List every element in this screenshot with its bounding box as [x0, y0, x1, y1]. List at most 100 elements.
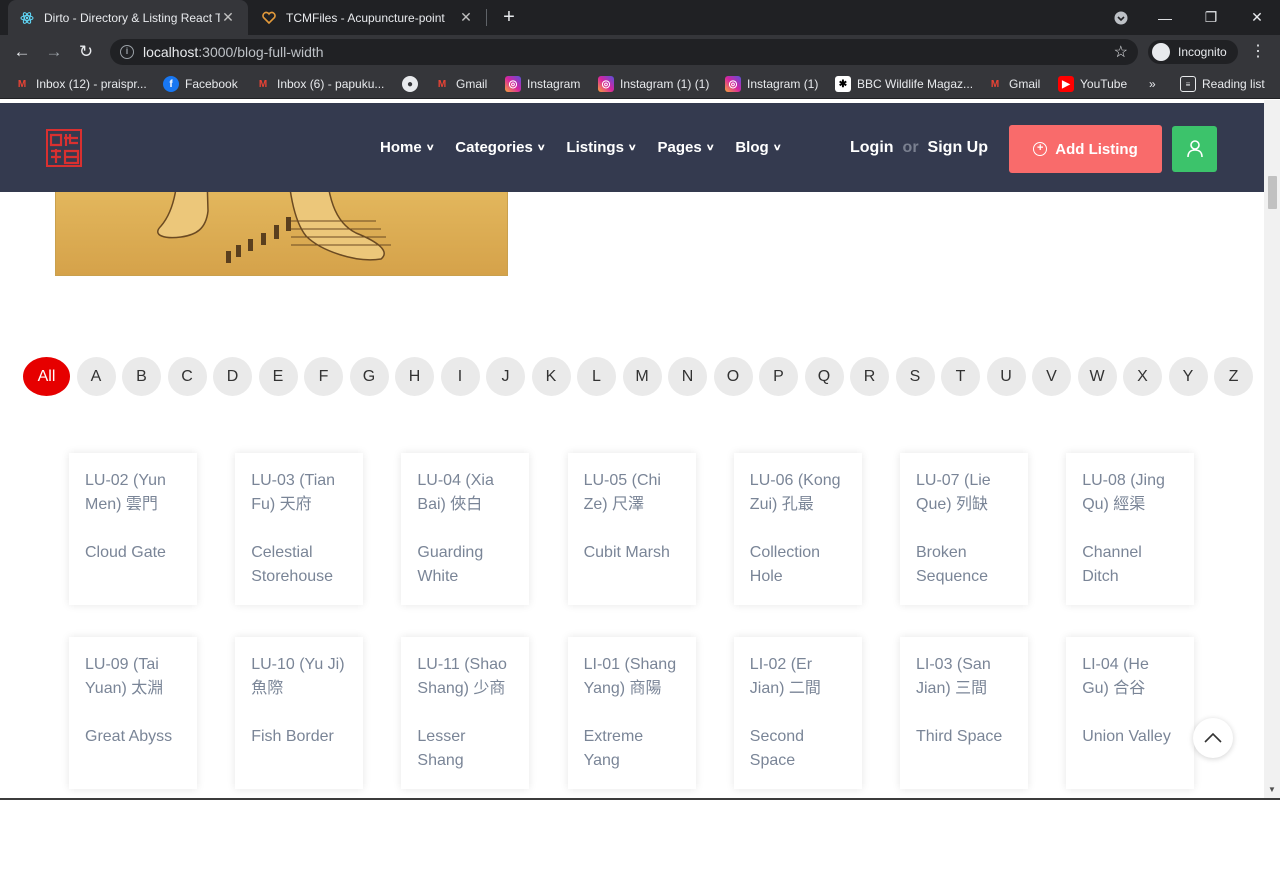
letter-filter-h[interactable]: H — [395, 357, 434, 396]
youtube-icon: ▶ — [1058, 76, 1074, 92]
acupoint-card[interactable]: LI-04 (He Gu) 合谷 Union Valley — [1066, 637, 1195, 789]
bookmark-item[interactable]: ◎ Instagram — [505, 75, 580, 93]
reload-icon[interactable]: ↻ — [74, 40, 98, 64]
letter-filter-n[interactable]: N — [668, 357, 707, 396]
letter-filter-all[interactable]: All — [23, 357, 70, 396]
acupoint-card[interactable]: LU-08 (Jing Qu) 經渠 Channel Ditch — [1066, 453, 1195, 605]
acupoint-card[interactable]: LI-02 (Er Jian) 二間 Second Space — [733, 637, 862, 789]
letter-filter-d[interactable]: D — [213, 357, 252, 396]
signup-link[interactable]: Sign Up — [928, 139, 988, 157]
acupoint-card[interactable]: LU-03 (Tian Fu) 天府 Celestial Storehouse — [235, 453, 364, 605]
bookmark-item[interactable]: M Gmail — [434, 75, 488, 93]
acupoint-english-name: Celestial Storehouse — [251, 544, 334, 585]
acupoint-card[interactable]: LU-11 (Shao Shang) 少商 Lesser Shang — [401, 637, 530, 789]
letter-filter-e[interactable]: E — [258, 357, 298, 396]
letter-filter-s[interactable]: S — [895, 357, 935, 396]
bookmark-item[interactable]: M Gmail — [987, 75, 1041, 93]
letter-filter-c[interactable]: C — [167, 357, 207, 396]
nav-categories[interactable]: Categories ∨ — [455, 139, 545, 156]
bookmark-label: BBC Wildlife Magaz... — [857, 77, 974, 91]
letter-filter-o[interactable]: O — [713, 357, 753, 396]
acupoint-card[interactable]: LU-06 (Kong Zui) 孔最 Collection Hole — [733, 453, 862, 605]
login-link[interactable]: Login — [850, 139, 894, 157]
bookmark-item[interactable]: ✱ BBC Wildlife Magaz... — [835, 75, 973, 93]
incognito-badge[interactable]: Incognito — [1148, 40, 1238, 64]
nav-blog[interactable]: Blog ∨ — [735, 139, 781, 156]
minimize-icon[interactable]: — — [1142, 0, 1188, 35]
tab-search-icon[interactable] — [1098, 0, 1144, 35]
acupoint-card[interactable]: LU-02 (Yun Men) 雲門 Cloud Gate — [69, 453, 197, 605]
reading-list-button[interactable]: ≡ Reading list — [1180, 75, 1265, 93]
nav-label: Home — [380, 139, 422, 156]
bookmark-item[interactable]: ● — [402, 75, 424, 93]
letter-filter-l[interactable]: L — [577, 357, 616, 396]
acupoint-card[interactable]: LU-05 (Chi Ze) 尺澤 Cubit Marsh — [567, 453, 696, 605]
more-bookmarks-button[interactable]: » — [1149, 75, 1156, 93]
tab-tcmfiles[interactable]: TCMFiles - Acupuncture-point ✕ — [250, 0, 486, 35]
browser-tab-bar: Dirto - Directory & Listing React T ✕ TC… — [0, 0, 1280, 35]
letter-filter-r[interactable]: R — [850, 357, 889, 396]
letter-filter-a[interactable]: A — [76, 357, 116, 396]
bookmark-item[interactable]: ◎ Instagram (1) (1) — [598, 75, 709, 93]
bookmark-star-icon[interactable]: ☆ — [1114, 42, 1128, 62]
address-bar[interactable]: i localhost:3000/blog-full-width ☆ — [110, 39, 1138, 65]
bookmark-label: Inbox (12) - praispr... — [36, 77, 147, 91]
bookmark-item[interactable]: M Inbox (12) - praispr... — [14, 75, 147, 93]
tab-dirto[interactable]: Dirto - Directory & Listing React T ✕ — [8, 0, 248, 35]
paw-icon: ✱ — [835, 76, 851, 92]
back-icon[interactable]: ← — [10, 40, 34, 64]
acupoint-english-name: Lesser Shang — [417, 728, 466, 769]
letter-filter-w[interactable]: W — [1077, 357, 1117, 396]
scroll-to-top-button[interactable] — [1193, 718, 1233, 758]
acupoint-card[interactable]: LI-03 (San Jian) 三間 Third Space — [900, 637, 1028, 789]
acupoint-card[interactable]: LU-09 (Tai Yuan) 太淵 Great Abyss — [69, 637, 197, 789]
letter-filter-v[interactable]: V — [1032, 357, 1071, 396]
restore-icon[interactable]: ❐ — [1188, 0, 1234, 35]
letter-filter-g[interactable]: G — [349, 357, 389, 396]
window-close-icon[interactable]: ✕ — [1234, 0, 1280, 35]
auth-links: Login or Sign Up — [850, 103, 988, 192]
letter-filter-t[interactable]: T — [941, 357, 980, 396]
instagram-icon: ◎ — [505, 76, 521, 92]
bookmark-label: Instagram (1) — [747, 77, 819, 91]
user-account-button[interactable] — [1172, 126, 1217, 172]
bookmark-item[interactable]: ▶ YouTube — [1058, 75, 1127, 93]
acupoint-english-name: Extreme Yang — [583, 728, 644, 769]
bookmark-item[interactable]: M Inbox (6) - papuku... — [255, 75, 385, 93]
acupoint-card[interactable]: LU-07 (Lie Que) 列缺 Broken Sequence — [900, 453, 1028, 605]
letter-filter-p[interactable]: P — [759, 357, 798, 396]
letter-filter-y[interactable]: Y — [1168, 357, 1208, 396]
chevron-down-icon: ∨ — [705, 142, 715, 152]
forward-icon[interactable]: → — [42, 40, 66, 64]
nav-pages[interactable]: Pages ∨ — [658, 139, 715, 156]
letter-filter-m[interactable]: M — [622, 357, 662, 396]
browser-menu-icon[interactable]: ⋮ — [1250, 40, 1266, 64]
scroll-down-arrow[interactable]: ▼ — [1268, 785, 1276, 794]
letter-filter-b[interactable]: B — [122, 357, 161, 396]
close-icon[interactable]: ✕ — [458, 9, 474, 26]
letter-filter-q[interactable]: Q — [804, 357, 844, 396]
acupoint-card[interactable]: LU-04 (Xia Bai) 俠白 Guarding White — [401, 453, 530, 605]
page-scrollbar[interactable]: ▼ — [1264, 100, 1280, 798]
info-icon[interactable]: i — [120, 45, 134, 59]
new-tab-button[interactable]: + — [498, 5, 520, 29]
add-listing-button[interactable]: + Add Listing — [1009, 125, 1162, 173]
nav-listings[interactable]: Listings ∨ — [566, 139, 636, 156]
close-icon[interactable]: ✕ — [220, 9, 236, 26]
letter-filter-x[interactable]: X — [1123, 357, 1162, 396]
nav-home[interactable]: Home ∨ — [380, 139, 435, 156]
letter-filter-i[interactable]: I — [440, 357, 480, 396]
letter-filter-f[interactable]: F — [304, 357, 343, 396]
letter-filter-k[interactable]: K — [531, 357, 571, 396]
letter-filter-u[interactable]: U — [986, 357, 1026, 396]
acupoint-english-name: Cloud Gate — [85, 544, 166, 561]
scrollbar-thumb[interactable] — [1268, 176, 1277, 209]
bookmark-item[interactable]: ◎ Instagram (1) — [725, 75, 818, 93]
heart-icon — [262, 11, 276, 25]
letter-filter-z[interactable]: Z — [1214, 357, 1253, 396]
bookmark-item[interactable]: f Facebook — [163, 75, 238, 93]
letter-filter-j[interactable]: J — [486, 357, 525, 396]
acupoint-card[interactable]: LI-01 (Shang Yang) 商陽 Extreme Yang — [567, 637, 696, 789]
acupoint-card[interactable]: LU-10 (Yu Ji) 魚際 Fish Border — [235, 637, 364, 789]
site-logo[interactable] — [46, 129, 82, 167]
